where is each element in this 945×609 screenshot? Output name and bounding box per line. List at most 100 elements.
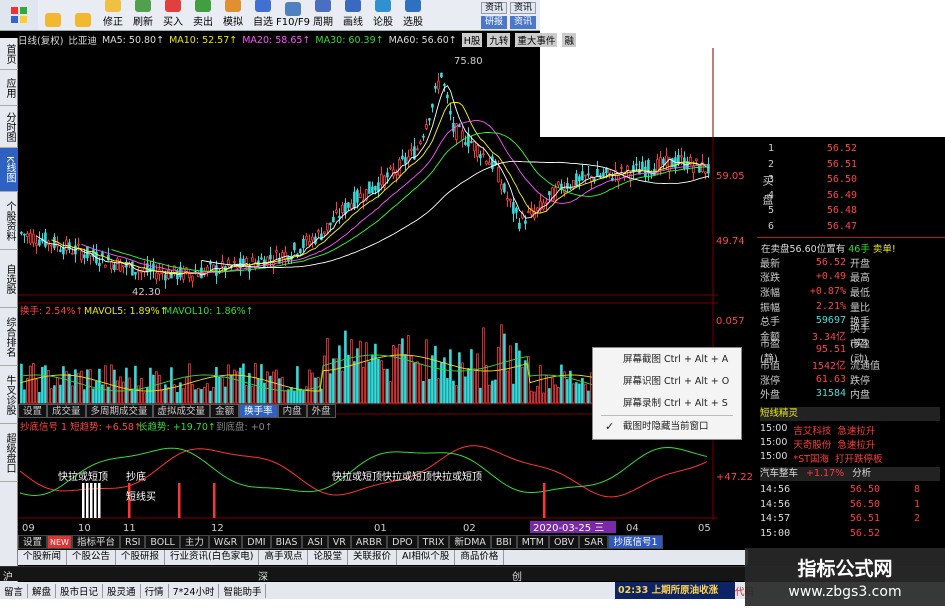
indicator-tab-10[interactable]: VR xyxy=(327,535,351,549)
orderbook-level: 6 xyxy=(767,220,774,232)
status-item-0[interactable]: 留言 xyxy=(0,583,29,598)
genie-row[interactable]: 15:00 吉艾科技 急速拉升 xyxy=(760,423,875,437)
news-tab-0[interactable]: 个股新闻 xyxy=(18,550,68,565)
news-tab-5[interactable]: 论股堂 xyxy=(308,550,348,565)
indicator-tab-3[interactable]: RSI xyxy=(119,535,146,549)
sidebar-tab-4[interactable]: 个股资料 xyxy=(0,192,18,250)
genie-row[interactable]: 15:00 天奇股份 急速拉升 xyxy=(760,437,875,451)
indicator-tab-18[interactable]: SAR xyxy=(579,535,609,549)
volume-bar xyxy=(320,388,323,404)
margin-tag[interactable]: 融 xyxy=(562,33,576,47)
indicator-tab-13[interactable]: TRIX xyxy=(417,535,450,549)
indicator-tab-1[interactable]: NEW xyxy=(47,535,72,549)
indicator-tab-6[interactable]: W&R xyxy=(208,535,243,549)
indicator-tab-17[interactable]: OBV xyxy=(548,535,580,549)
volume-bar xyxy=(158,374,161,404)
quote-value: 2.21% xyxy=(815,300,846,312)
menu-record[interactable]: 屏幕录制 Ctrl + Alt + S xyxy=(623,397,728,411)
volume-tab-2[interactable]: 多周期成交量 xyxy=(85,404,153,418)
genie-time: 15:00 xyxy=(760,423,788,434)
sidebar-tab-6[interactable]: 综合排名 xyxy=(0,308,18,366)
news-tab-7[interactable]: AI相似个股 xyxy=(397,550,456,565)
indicator-tab-9[interactable]: ASI xyxy=(302,535,328,549)
toolbar-button-10[interactable]: 画线 xyxy=(338,0,368,30)
toolbar-button-11[interactable]: 论股 xyxy=(368,0,398,30)
toolbar-button-4[interactable]: 买入 xyxy=(158,0,188,30)
indicator-tab-5[interactable]: 主力 xyxy=(179,535,209,549)
menu-hide-window[interactable]: 截图时隐藏当前窗口 xyxy=(623,420,709,434)
volume-tab-3[interactable]: 虚拟成交量 xyxy=(152,404,211,418)
toolbar-button-5[interactable]: 卖出 xyxy=(188,0,218,30)
toolbar-button-3[interactable]: 刷新 xyxy=(128,0,158,30)
indicator-tab-19[interactable]: 抄底信号1 xyxy=(608,535,663,549)
orderbook-price: 56.49 xyxy=(826,189,857,201)
sector-line[interactable]: 汽车整车 +1.17% 分析 xyxy=(760,467,940,481)
toolbar-button-6[interactable]: 模拟 xyxy=(218,0,248,30)
news-button-2[interactable]: 资讯 xyxy=(509,2,536,14)
status-item-4[interactable]: 行情 xyxy=(141,583,169,598)
sidebar-tab-8[interactable]: 超级盘口 xyxy=(0,424,18,482)
indicator-tab-8[interactable]: BIAS xyxy=(270,535,303,549)
genie-title[interactable]: 短线精灵 xyxy=(760,407,940,421)
sidebar-tab-1[interactable]: 应用 xyxy=(0,70,18,106)
news-tab-6[interactable]: 关联报价 xyxy=(348,550,398,565)
hshare-tag[interactable]: H股 xyxy=(461,33,483,47)
toolbar-button-12[interactable]: 选股 xyxy=(398,0,428,30)
kline-chart[interactable]: 75.80 42.30 59.05 49.74 换手: 2.54%↑ MAVOL… xyxy=(18,48,758,535)
app-logo-icon[interactable] xyxy=(0,0,38,30)
volume-tab-6[interactable]: 内盘 xyxy=(277,404,307,418)
volume-tab-0[interactable]: 设置 xyxy=(18,404,48,418)
indicator-tab-15[interactable]: BBI xyxy=(490,535,517,549)
status-item-5[interactable]: 7*24小时 xyxy=(169,583,220,598)
ticker-box[interactable]: 02:33 上期所原油收涨1.75 xyxy=(615,582,735,609)
period-label[interactable]: 日线(复权) xyxy=(18,33,63,47)
nine-turn-tag[interactable]: 九转 xyxy=(487,33,511,47)
genie-row[interactable]: 15:00 *ST国海 打开跌停板 xyxy=(760,451,883,465)
indicator-tab-7[interactable]: DMI xyxy=(242,535,271,549)
news-tab-2[interactable]: 个股研报 xyxy=(116,550,166,565)
toolbar-button-7[interactable]: 自选 xyxy=(248,0,278,30)
volume-tab-7[interactable]: 外盘 xyxy=(306,404,336,418)
indicator-tab-2[interactable]: 指标平台 xyxy=(71,535,120,549)
news-tab-1[interactable]: 个股公告 xyxy=(67,550,117,565)
indicator-tab-16[interactable]: MTM xyxy=(516,535,549,549)
news-button-1[interactable]: 资讯 xyxy=(480,2,507,14)
indicator-tab-11[interactable]: ARBR xyxy=(350,535,388,549)
sidebar-tab-3[interactable]: K线图 xyxy=(0,148,18,192)
sidebar-tab-5[interactable]: 自选股 xyxy=(0,250,18,308)
news-button-3[interactable]: 资讯 xyxy=(509,16,536,29)
toolbar-button-1[interactable] xyxy=(68,0,98,30)
sidebar-tab-0[interactable]: 首页 xyxy=(0,38,18,70)
indicator-tab-14[interactable]: 新DMA xyxy=(449,535,491,549)
volume-tab-1[interactable]: 成交量 xyxy=(47,404,86,418)
sidebar-tab-2[interactable]: 分时图 xyxy=(0,106,18,148)
genie-stock: 天奇股份 xyxy=(793,440,832,451)
volume-tab-5[interactable]: 换手率 xyxy=(239,404,278,418)
toolbar-button-9[interactable]: 周期 xyxy=(308,0,338,30)
news-tab-8[interactable]: 商品价格 xyxy=(455,550,505,565)
menu-screenshot[interactable]: 屏幕截图 Ctrl + Alt + A xyxy=(623,353,728,367)
sidebar-tab-7[interactable]: 牛叉诊股 xyxy=(0,366,18,424)
news-tab-3[interactable]: 行业资讯(白色家电) xyxy=(165,550,260,565)
indicator-tab-0[interactable]: 设置 xyxy=(18,535,48,549)
index-sz[interactable]: 深 xyxy=(258,568,268,583)
menu-ocr[interactable]: 屏幕识图 Ctrl + Alt + O xyxy=(623,375,729,389)
status-item-1[interactable]: 解盘 xyxy=(28,583,57,598)
research-button[interactable]: 研报 xyxy=(480,16,507,29)
indicator-tab-12[interactable]: DPO xyxy=(387,535,418,549)
candle-body xyxy=(260,257,263,260)
index-sh[interactable]: 沪 xyxy=(3,568,13,583)
status-item-3[interactable]: 股灵通 xyxy=(103,583,141,598)
major-event-tag[interactable]: 重大事件 xyxy=(515,33,558,47)
sector-analyze[interactable]: 分析 xyxy=(852,467,871,481)
quote-value: +0.49 xyxy=(815,271,846,283)
toolbar-button-8[interactable]: F10/F9 xyxy=(276,0,310,30)
status-item-6[interactable]: 智能助手 xyxy=(219,583,267,598)
toolbar-button-0[interactable] xyxy=(38,0,68,30)
volume-tab-4[interactable]: 金额 xyxy=(210,404,240,418)
indicator-tab-4[interactable]: BOLL xyxy=(145,535,180,549)
status-item-2[interactable]: 股市日记 xyxy=(56,583,104,598)
toolbar-button-2[interactable]: 修正 xyxy=(98,0,128,30)
news-tab-4[interactable]: 高手观点 xyxy=(259,550,309,565)
index-cy[interactable]: 创 xyxy=(512,568,522,583)
